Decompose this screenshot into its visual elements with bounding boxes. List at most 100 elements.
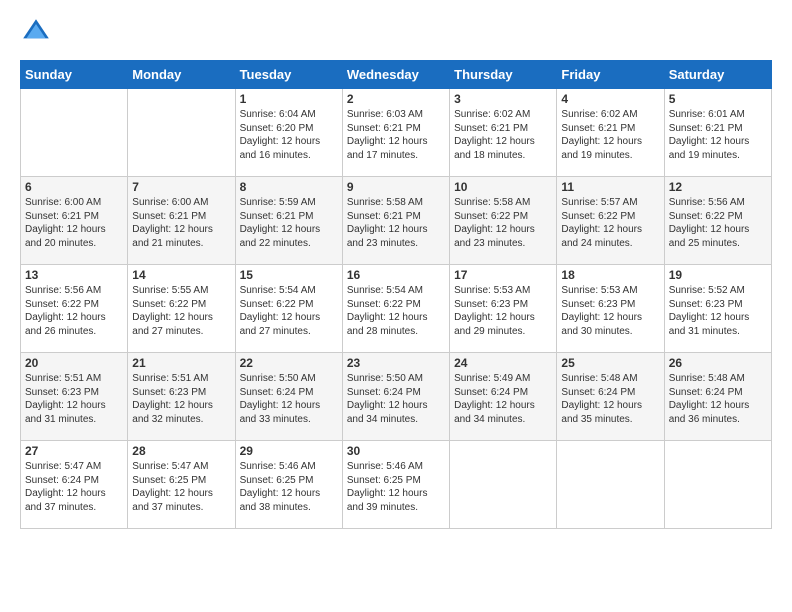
day-info: Sunrise: 5:47 AM Sunset: 6:24 PM Dayligh… [25,460,123,514]
day-info: Sunrise: 5:49 AM Sunset: 6:24 PM Dayligh… [454,372,552,426]
day-info: Sunrise: 5:56 AM Sunset: 6:22 PM Dayligh… [669,196,767,250]
calendar-cell: 18Sunrise: 5:53 AM Sunset: 6:23 PM Dayli… [557,265,664,353]
day-info: Sunrise: 6:02 AM Sunset: 6:21 PM Dayligh… [561,108,659,162]
day-info: Sunrise: 5:46 AM Sunset: 6:25 PM Dayligh… [347,460,445,514]
day-number: 29 [240,444,338,458]
calendar-cell: 4 Sunrise: 6:02 AM Sunset: 6:21 PM Daylig… [557,89,664,177]
day-number: 28 [132,444,230,458]
calendar-cell: 23 Sunrise: 5:50 AM Sunset: 6:24 PM Dayli… [342,353,449,441]
calendar-cell: 27 Sunrise: 5:47 AM Sunset: 6:24 PM Dayli… [21,441,128,529]
day-info: Sunrise: 5:58 AM Sunset: 6:21 PM Dayligh… [347,196,445,250]
day-info: Sunrise: 6:03 AM Sunset: 6:21 PM Dayligh… [347,108,445,162]
day-info: Sunrise: 5:53 AM Sunset: 6:23 PM Dayligh… [454,284,552,338]
calendar-week-2: 6Sunrise: 6:00 AM Sunset: 6:21 PM Daylig… [21,177,772,265]
calendar-table: SundayMondayTuesdayWednesdayThursdayFrid… [20,60,772,529]
day-number: 20 [25,356,123,370]
day-number: 18 [561,268,659,282]
day-number: 5 [669,92,767,106]
day-info: Sunrise: 5:47 AM Sunset: 6:25 PM Dayligh… [132,460,230,514]
day-info: Sunrise: 5:54 AM Sunset: 6:22 PM Dayligh… [240,284,338,338]
day-info: Sunrise: 6:00 AM Sunset: 6:21 PM Dayligh… [25,196,123,250]
calendar-cell: 20 Sunrise: 5:51 AM Sunset: 6:23 PM Dayli… [21,353,128,441]
page: SundayMondayTuesdayWednesdayThursdayFrid… [0,0,792,612]
day-info: Sunrise: 5:58 AM Sunset: 6:22 PM Dayligh… [454,196,552,250]
day-number: 17 [454,268,552,282]
calendar-cell: 8Sunrise: 5:59 AM Sunset: 6:21 PM Daylig… [235,177,342,265]
calendar-week-1: 1 Sunrise: 6:04 AM Sunset: 6:20 PM Daylig… [21,89,772,177]
calendar-cell: 14Sunrise: 5:55 AM Sunset: 6:22 PM Dayli… [128,265,235,353]
day-number: 7 [132,180,230,194]
day-number: 10 [454,180,552,194]
calendar-cell: 9 Sunrise: 5:58 AM Sunset: 6:21 PM Daylig… [342,177,449,265]
calendar-week-3: 13 Sunrise: 5:56 AM Sunset: 6:22 PM Dayli… [21,265,772,353]
calendar-cell [450,441,557,529]
day-info: Sunrise: 5:52 AM Sunset: 6:23 PM Dayligh… [669,284,767,338]
calendar-cell: 11 Sunrise: 5:57 AM Sunset: 6:22 PM Dayli… [557,177,664,265]
day-number: 9 [347,180,445,194]
day-number: 4 [561,92,659,106]
day-number: 16 [347,268,445,282]
calendar-header-friday: Friday [557,61,664,89]
day-info: Sunrise: 5:57 AM Sunset: 6:22 PM Dayligh… [561,196,659,250]
calendar-header-saturday: Saturday [664,61,771,89]
day-info: Sunrise: 5:51 AM Sunset: 6:23 PM Dayligh… [25,372,123,426]
calendar-cell: 10 Sunrise: 5:58 AM Sunset: 6:22 PM Dayli… [450,177,557,265]
day-number: 24 [454,356,552,370]
day-info: Sunrise: 6:00 AM Sunset: 6:21 PM Dayligh… [132,196,230,250]
header [20,16,772,48]
day-number: 21 [132,356,230,370]
day-number: 15 [240,268,338,282]
calendar-cell: 3 Sunrise: 6:02 AM Sunset: 6:21 PM Daylig… [450,89,557,177]
calendar-cell: 26Sunrise: 5:48 AM Sunset: 6:24 PM Dayli… [664,353,771,441]
calendar-cell: 22 Sunrise: 5:50 AM Sunset: 6:24 PM Dayli… [235,353,342,441]
day-number: 30 [347,444,445,458]
calendar-cell: 2 Sunrise: 6:03 AM Sunset: 6:21 PM Daylig… [342,89,449,177]
day-number: 3 [454,92,552,106]
day-number: 22 [240,356,338,370]
calendar-week-4: 20 Sunrise: 5:51 AM Sunset: 6:23 PM Dayli… [21,353,772,441]
calendar-cell: 1 Sunrise: 6:04 AM Sunset: 6:20 PM Daylig… [235,89,342,177]
calendar-cell: 7 Sunrise: 6:00 AM Sunset: 6:21 PM Daylig… [128,177,235,265]
day-info: Sunrise: 5:48 AM Sunset: 6:24 PM Dayligh… [561,372,659,426]
calendar-cell: 29 Sunrise: 5:46 AM Sunset: 6:25 PM Dayli… [235,441,342,529]
calendar-header-row: SundayMondayTuesdayWednesdayThursdayFrid… [21,61,772,89]
logo-icon [20,16,52,48]
day-number: 26 [669,356,767,370]
day-info: Sunrise: 5:46 AM Sunset: 6:25 PM Dayligh… [240,460,338,514]
day-number: 13 [25,268,123,282]
calendar-header-monday: Monday [128,61,235,89]
calendar-cell: 28 Sunrise: 5:47 AM Sunset: 6:25 PM Dayli… [128,441,235,529]
calendar-cell: 12 Sunrise: 5:56 AM Sunset: 6:22 PM Dayli… [664,177,771,265]
day-info: Sunrise: 5:50 AM Sunset: 6:24 PM Dayligh… [347,372,445,426]
day-info: Sunrise: 6:04 AM Sunset: 6:20 PM Dayligh… [240,108,338,162]
day-info: Sunrise: 5:56 AM Sunset: 6:22 PM Dayligh… [25,284,123,338]
day-info: Sunrise: 5:50 AM Sunset: 6:24 PM Dayligh… [240,372,338,426]
calendar-header-wednesday: Wednesday [342,61,449,89]
day-info: Sunrise: 6:01 AM Sunset: 6:21 PM Dayligh… [669,108,767,162]
calendar-cell: 17 Sunrise: 5:53 AM Sunset: 6:23 PM Dayli… [450,265,557,353]
day-number: 11 [561,180,659,194]
day-number: 2 [347,92,445,106]
calendar-cell [557,441,664,529]
day-number: 1 [240,92,338,106]
calendar-cell: 6Sunrise: 6:00 AM Sunset: 6:21 PM Daylig… [21,177,128,265]
calendar-cell: 24 Sunrise: 5:49 AM Sunset: 6:24 PM Dayli… [450,353,557,441]
day-info: Sunrise: 6:02 AM Sunset: 6:21 PM Dayligh… [454,108,552,162]
day-number: 27 [25,444,123,458]
calendar-cell [21,89,128,177]
calendar-week-5: 27 Sunrise: 5:47 AM Sunset: 6:24 PM Dayli… [21,441,772,529]
day-number: 19 [669,268,767,282]
calendar-cell [664,441,771,529]
calendar-cell: 25 Sunrise: 5:48 AM Sunset: 6:24 PM Dayli… [557,353,664,441]
logo [20,16,56,48]
calendar-cell: 15 Sunrise: 5:54 AM Sunset: 6:22 PM Dayli… [235,265,342,353]
calendar-cell: 13 Sunrise: 5:56 AM Sunset: 6:22 PM Dayli… [21,265,128,353]
day-info: Sunrise: 5:55 AM Sunset: 6:22 PM Dayligh… [132,284,230,338]
day-number: 12 [669,180,767,194]
day-info: Sunrise: 5:51 AM Sunset: 6:23 PM Dayligh… [132,372,230,426]
day-number: 23 [347,356,445,370]
calendar-cell [128,89,235,177]
day-number: 25 [561,356,659,370]
calendar-header-tuesday: Tuesday [235,61,342,89]
calendar-cell: 19 Sunrise: 5:52 AM Sunset: 6:23 PM Dayli… [664,265,771,353]
